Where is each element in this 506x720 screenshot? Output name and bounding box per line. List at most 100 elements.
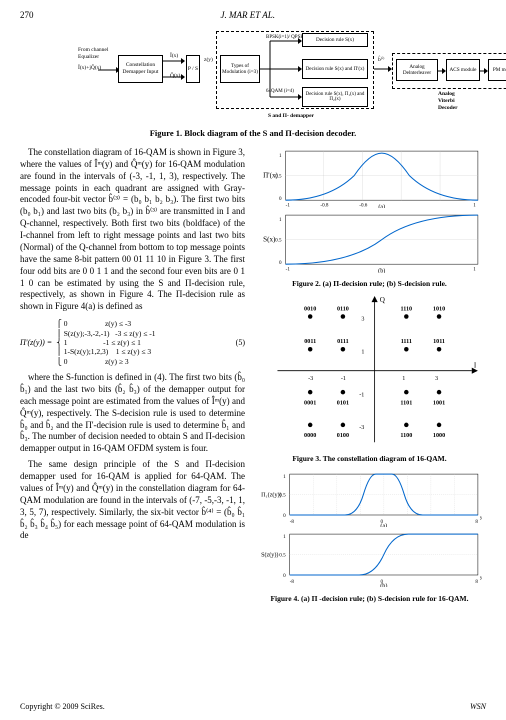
- svg-text:-3: -3: [308, 376, 313, 382]
- figure-1-caption: Figure 1. Block diagram of the S and Π-d…: [78, 128, 428, 139]
- svg-text:3: 3: [435, 376, 438, 382]
- svg-text:0: 0: [283, 573, 286, 579]
- svg-text:Q: Q: [380, 297, 386, 305]
- svg-text:0: 0: [279, 196, 282, 202]
- page-number: 270: [20, 10, 34, 21]
- svg-text:1101: 1101: [400, 401, 412, 407]
- svg-text:0.5: 0.5: [279, 492, 286, 498]
- svg-text:-8: -8: [290, 579, 295, 585]
- svg-text:(b): (b): [378, 268, 385, 273]
- constellation-block: Constellation Demapper Input: [118, 55, 163, 83]
- svg-text:0010: 0010: [304, 307, 316, 313]
- svg-text:1: 1: [473, 202, 476, 208]
- figure-4b-plot: S(z(y)) 1 0.5 0 -8 0 8 y (b): [257, 530, 482, 587]
- eq5-lhs: Π'(z(y)) =: [20, 338, 52, 348]
- footer-journal: WSN: [470, 702, 486, 712]
- svg-text:(a): (a): [380, 522, 387, 527]
- svg-text:-8: -8: [290, 519, 295, 525]
- svg-text:1100: 1100: [400, 434, 412, 440]
- arrow-icon: [98, 65, 118, 75]
- figure-4-caption: Figure 4. (a) Π -decision rule; (b) S-de…: [257, 594, 482, 603]
- svg-text:1: 1: [361, 350, 364, 356]
- figure-4a-plot: Π₁(z(y)) 1 0.5 0 -8 0 8 y (a): [257, 470, 482, 527]
- figure-3-plot: Q I -3-113 31 -1-3 0010 0110 1110 1010 0…: [257, 294, 482, 447]
- svg-text:0.5: 0.5: [279, 553, 286, 559]
- arrows-iq-icon: [163, 57, 185, 81]
- figure-3-caption: Figure 3. The constellation diagram of 1…: [257, 454, 482, 463]
- svg-text:1111: 1111: [401, 340, 412, 346]
- svg-text:8: 8: [475, 519, 478, 525]
- decision-pi2-block: Decision rule S(x), Π₁(x) and Π₂(x): [302, 87, 368, 107]
- svg-text:-0.8: -0.8: [320, 202, 329, 208]
- svg-text:1: 1: [402, 376, 405, 382]
- page-footer: Copyright © 2009 SciRes. WSN: [20, 702, 486, 712]
- footer-copyright: Copyright © 2009 SciRes.: [20, 702, 105, 712]
- viterbi-label: Analog Viterbi Decoder: [438, 91, 458, 112]
- arrows-viterbi-icon: [438, 67, 506, 75]
- arrow-bhat-icon: [374, 65, 392, 73]
- zy-label: z(y): [204, 57, 213, 64]
- svg-text:S(z(y)): S(z(y)): [261, 552, 278, 559]
- svg-text:1: 1: [283, 534, 286, 540]
- svg-text:1: 1: [283, 474, 286, 480]
- paragraph-3: The same design principle of the S and Π…: [20, 459, 245, 542]
- svg-text:1: 1: [473, 267, 476, 273]
- svg-text:1: 1: [279, 153, 282, 159]
- page-header: 270 J. MAR ET AL.: [20, 10, 486, 21]
- svg-text:0100: 0100: [337, 434, 349, 440]
- analog-deint-block: Analog Delnterleaver: [396, 59, 438, 81]
- equation-5: Π'(z(y)) = ⎧ 0 z(y) ≤ -3 ⎪ S(z(y);-3,-2,…: [20, 319, 245, 366]
- svg-text:0.5: 0.5: [275, 174, 282, 180]
- eq5-number: (5): [236, 338, 245, 348]
- svg-text:0110: 0110: [337, 307, 349, 313]
- svg-text:-1: -1: [359, 393, 364, 399]
- types-block: Types of Modulation (i=3): [220, 55, 260, 83]
- svg-text:I: I: [474, 362, 477, 370]
- s-pi-demapper-label: S and Π- demapper: [268, 113, 314, 120]
- svg-text:1011: 1011: [433, 340, 445, 346]
- decision-pi1-block: Decision rule S(x) and Π'(x): [302, 59, 368, 79]
- right-column: Π'(x) -1-0.8-0.6 1 10.50 (a) S(x) -11 10…: [257, 147, 482, 609]
- svg-text:(a): (a): [378, 203, 385, 208]
- svg-text:y: y: [480, 515, 482, 521]
- figure-2-caption: Figure 2. (a) Π-decision rule; (b) S-dec…: [257, 279, 482, 288]
- svg-text:y: y: [480, 575, 482, 581]
- left-column: The constellation diagram of 16-QAM is s…: [20, 147, 245, 609]
- svg-text:1010: 1010: [433, 307, 445, 313]
- svg-text:0011: 0011: [304, 340, 316, 346]
- svg-text:-0.6: -0.6: [359, 202, 368, 208]
- figure-3: Q I -3-113 31 -1-3 0010 0110 1110 1010 0…: [257, 294, 482, 463]
- svg-text:-1: -1: [286, 202, 291, 208]
- svg-text:0.5: 0.5: [275, 238, 282, 244]
- svg-text:0101: 0101: [337, 401, 349, 407]
- paragraph-1: The constellation diagram of 16-QAM is s…: [20, 147, 245, 313]
- paragraph-2: where the S-function is defined in (4). …: [20, 372, 245, 455]
- svg-text:-1: -1: [341, 376, 346, 382]
- svg-text:1: 1: [279, 218, 282, 224]
- authors: J. MAR ET AL.: [221, 10, 275, 21]
- svg-text:0: 0: [283, 513, 286, 519]
- ps-block: P / S: [186, 55, 200, 83]
- figure-2: Π'(x) -1-0.8-0.6 1 10.50 (a) S(x) -11 10…: [257, 147, 482, 289]
- figure-1: From channel Equalizer Î(x)+jQ̂(x) Const…: [78, 29, 428, 139]
- svg-text:0001: 0001: [304, 401, 316, 407]
- two-column-body: The constellation diagram of 16-QAM is s…: [20, 147, 486, 609]
- decision-s-block: Decision rule S(x): [302, 33, 368, 47]
- svg-text:0: 0: [279, 261, 282, 267]
- svg-text:0111: 0111: [337, 340, 349, 346]
- svg-text:1110: 1110: [401, 307, 413, 313]
- split-lines-icon: [260, 37, 304, 101]
- figure-2b-plot: S(x) -1 1 1 0.5 0 (b): [257, 211, 482, 272]
- bhat-label: b̂⁽ⁱ⁾: [378, 57, 384, 64]
- svg-text:1001: 1001: [433, 401, 445, 407]
- svg-text:-3: -3: [359, 425, 364, 431]
- svg-text:-1: -1: [286, 267, 291, 273]
- from-channel-label: From channel Equalizer: [78, 47, 110, 61]
- figure-2a-plot: Π'(x) -1-0.8-0.6 1 10.50 (a): [257, 147, 482, 208]
- svg-text:1000: 1000: [433, 434, 445, 440]
- svg-text:(b): (b): [380, 582, 387, 587]
- svg-text:0000: 0000: [304, 434, 316, 440]
- s-label: S(x): [263, 236, 276, 244]
- figure-4: Π₁(z(y)) 1 0.5 0 -8 0 8 y (a) S(z(y: [257, 470, 482, 603]
- eq5-cases: ⎧ 0 z(y) ≤ -3 ⎪ S(z(y);-3,-2,-1) -3 ≤ z(…: [56, 319, 155, 366]
